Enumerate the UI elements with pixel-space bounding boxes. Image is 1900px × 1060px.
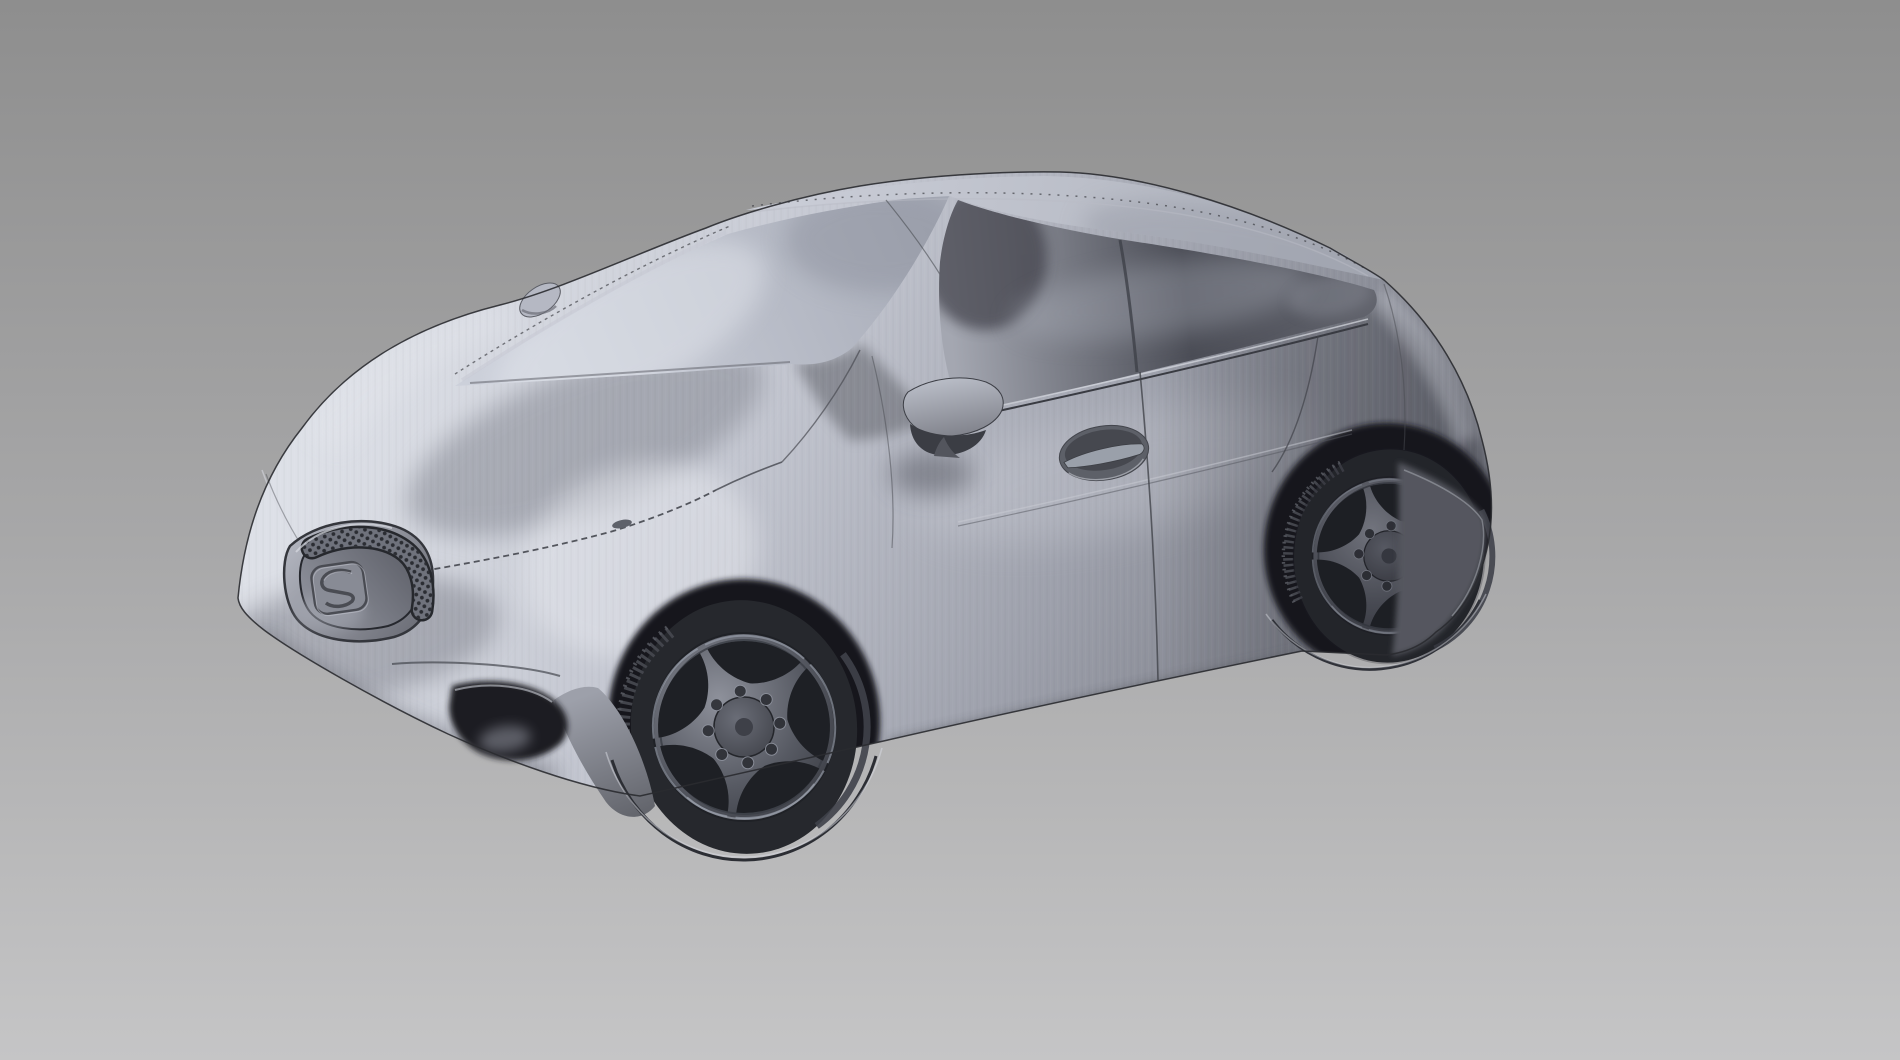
seat-s-logo-icon <box>310 560 370 617</box>
viewport-3d-canvas[interactable] <box>0 0 1900 1060</box>
mirror-shadow <box>890 452 974 496</box>
front-grille <box>284 521 433 641</box>
cad-viewport-window <box>0 0 1900 1060</box>
